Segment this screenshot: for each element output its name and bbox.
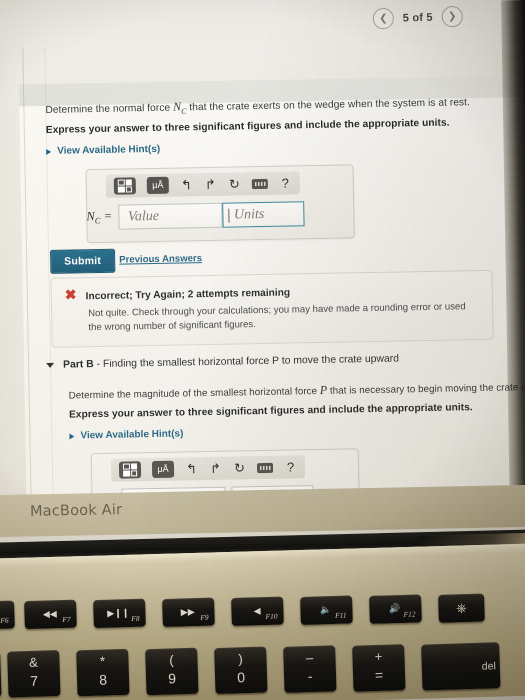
part-b-math-toolbar: μÅ ↰ ↱ ↻ ? bbox=[110, 455, 306, 482]
keyboard-icon[interactable] bbox=[251, 178, 268, 189]
f12-volume-up-key[interactable]: 🔊 F12 bbox=[369, 594, 422, 624]
prev-question-button[interactable]: ❮ bbox=[372, 7, 395, 30]
f7-rewind-key[interactable]: ◀◀ F7 bbox=[24, 599, 77, 630]
units-icon-text: μÅ bbox=[157, 463, 169, 474]
key-minus[interactable]: – - bbox=[283, 645, 337, 693]
power-key[interactable]: ⎈ bbox=[438, 593, 485, 623]
delete-key-label: del bbox=[481, 660, 497, 673]
question-navigation: ❮ 5 of 5 ❯ bbox=[372, 5, 464, 30]
key-minus-main: - bbox=[307, 668, 313, 685]
part-a-symbol: NC bbox=[172, 99, 187, 116]
f9-fast-forward-key[interactable]: ▶▶ F9 bbox=[162, 597, 215, 628]
triangle-right-icon bbox=[69, 432, 75, 440]
f8-label: F8 bbox=[131, 613, 140, 623]
key-8-shift: * bbox=[99, 653, 106, 669]
keyboard-icon[interactable] bbox=[256, 462, 274, 473]
f10-mute-key[interactable]: ◀ F10 bbox=[231, 596, 284, 627]
key-0-shift: ) bbox=[238, 651, 243, 667]
f9-label: F9 bbox=[200, 612, 209, 622]
f7-label: F7 bbox=[62, 614, 71, 625]
power-icon: ⎈ bbox=[456, 600, 467, 616]
previous-answers-link[interactable]: Previous Answers bbox=[119, 253, 202, 266]
units-micro-angstrom-icon[interactable]: μÅ bbox=[151, 460, 175, 479]
undo-icon[interactable]: ↰ bbox=[180, 177, 193, 192]
units-micro-angstrom-icon[interactable]: μÅ bbox=[146, 176, 169, 195]
text-caret bbox=[227, 208, 230, 223]
play-pause-icon: ▶❙❙ bbox=[107, 607, 130, 619]
math-template-icon[interactable] bbox=[118, 461, 142, 479]
part-a-units-placeholder: Units bbox=[233, 206, 265, 223]
rewind-icon: ◀◀ bbox=[42, 608, 57, 620]
help-question-icon[interactable]: ? bbox=[284, 459, 297, 474]
key-8-main: 8 bbox=[98, 671, 108, 688]
fast-forward-icon: ▶▶ bbox=[180, 606, 195, 618]
f11-label: F11 bbox=[334, 610, 347, 620]
mute-icon: ◀ bbox=[253, 605, 261, 616]
reset-icon[interactable]: ↻ bbox=[228, 176, 241, 191]
part-a-prompt-pre: Determine the normal force bbox=[45, 102, 174, 116]
volume-down-icon: 🔈 bbox=[320, 604, 332, 615]
f10-label: F10 bbox=[265, 611, 278, 622]
incorrect-x-icon: ✖ bbox=[64, 286, 77, 303]
key-equals-shift: + bbox=[374, 648, 383, 665]
triangle-down-icon bbox=[46, 362, 55, 368]
delete-key[interactable]: del bbox=[421, 642, 501, 691]
key-equals-main: = bbox=[374, 666, 384, 684]
laptop-screen: ❮ 5 of 5 ❯ Determine the normal force NC… bbox=[0, 0, 525, 522]
key-0-main: 0 bbox=[236, 669, 246, 686]
part-a-units-input[interactable]: Units bbox=[221, 201, 305, 228]
part-a-prompt-post: that the crate exerts on the wedge when … bbox=[186, 97, 471, 114]
volume-up-icon: 🔊 bbox=[389, 603, 401, 614]
part-b-hints-toggle[interactable]: View Available Hint(s) bbox=[69, 428, 183, 441]
redo-icon[interactable]: ↱ bbox=[204, 177, 217, 192]
key-8[interactable]: * 8 bbox=[76, 648, 130, 697]
key-9[interactable]: ( 9 bbox=[145, 647, 199, 696]
next-question-button[interactable]: ❯ bbox=[441, 5, 464, 28]
key-0[interactable]: ) 0 bbox=[214, 646, 268, 695]
reset-icon[interactable]: ↻ bbox=[233, 460, 246, 475]
part-a-answer-row: NC = Value Units bbox=[86, 201, 305, 230]
part-b-prompt-pre: Determine the magnitude of the smallest … bbox=[68, 385, 320, 402]
triangle-right-icon bbox=[46, 148, 52, 155]
part-a-answer-label: NC = bbox=[86, 208, 113, 226]
part-a-hints-toggle[interactable]: View Available Hint(s) bbox=[46, 144, 160, 157]
units-icon-text: μÅ bbox=[152, 179, 164, 191]
part-a-math-toolbar: μÅ ↰ ↱ ↻ ? bbox=[105, 171, 301, 198]
help-question-icon[interactable]: ? bbox=[279, 175, 292, 190]
macbook-air-branding: MacBook Air bbox=[29, 502, 123, 520]
f11-volume-down-key[interactable]: 🔈 F11 bbox=[300, 595, 353, 625]
f6-keyboard-backlight-key[interactable]: ☼ F6 bbox=[0, 600, 15, 630]
part-a-hints-label: View Available Hint(s) bbox=[57, 143, 161, 157]
f6-label: F6 bbox=[0, 615, 9, 625]
question-counter: 5 of 5 bbox=[402, 11, 433, 25]
key-7-shift: & bbox=[28, 654, 39, 670]
key-equals[interactable]: + = bbox=[352, 644, 406, 692]
f12-label: F12 bbox=[403, 609, 416, 619]
key-7-main: 7 bbox=[29, 672, 39, 689]
math-template-icon[interactable] bbox=[113, 177, 136, 195]
redo-icon[interactable]: ↱ bbox=[209, 461, 222, 476]
part-b-hints-label: View Available Hint(s) bbox=[80, 428, 184, 442]
undo-icon[interactable]: ↰ bbox=[185, 461, 198, 476]
key-9-main: 9 bbox=[167, 670, 177, 687]
part-a-value-input[interactable]: Value bbox=[117, 202, 223, 230]
part-b-prompt-post: that is necessary to begin moving the cr… bbox=[329, 382, 525, 397]
f8-play-pause-key[interactable]: ▶❙❙ F8 bbox=[93, 598, 146, 629]
photo-of-laptop-screen: ❮ 5 of 5 ❯ Determine the normal force NC… bbox=[0, 0, 525, 700]
submit-button[interactable]: Submit bbox=[49, 248, 116, 274]
key-7[interactable]: & 7 bbox=[7, 649, 61, 698]
key-9-shift: ( bbox=[169, 652, 174, 668]
key-minus-shift: – bbox=[305, 649, 314, 666]
